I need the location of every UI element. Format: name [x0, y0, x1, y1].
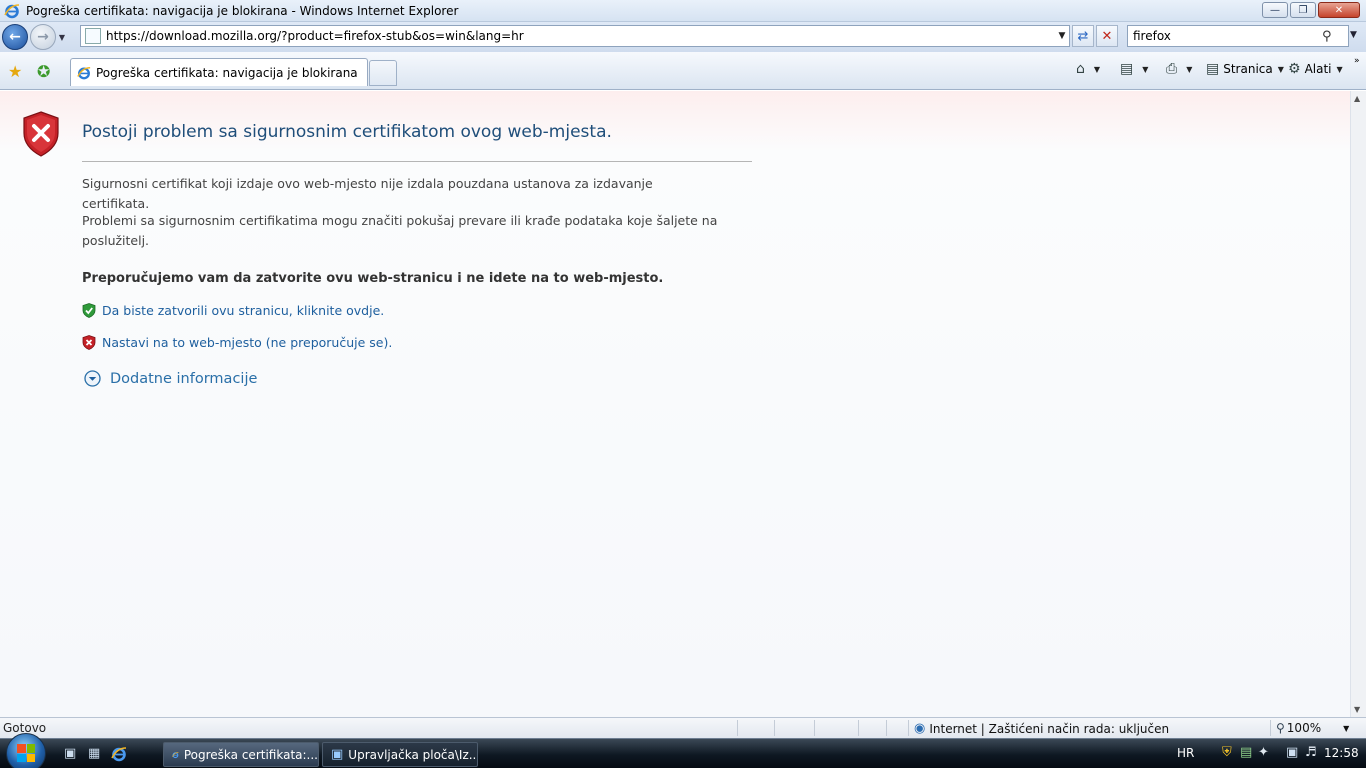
printer-icon: ⎙: [1166, 61, 1178, 77]
search-box[interactable]: ⚲: [1127, 25, 1349, 47]
chevron-down-circle-icon: [84, 370, 101, 387]
clock[interactable]: 12:58: [1324, 746, 1359, 760]
minimize-icon[interactable]: —: [1262, 2, 1288, 18]
scroll-down-icon[interactable]: ▼: [1354, 705, 1360, 714]
window-title: Pogreška certifikata: navigacija je blok…: [26, 3, 459, 18]
rss-feed-icon: ▤: [1120, 61, 1134, 77]
chevron-right-icon[interactable]: »: [1354, 56, 1360, 66]
print-button[interactable]: ⎙ ▼: [1166, 61, 1192, 77]
internet-explorer-icon: [4, 3, 20, 18]
close-page-link[interactable]: Da biste zatvorili ovu stranicu, kliknit…: [102, 303, 384, 318]
page-icon: [85, 28, 101, 44]
address-dropdown-icon[interactable]: ▼: [1055, 31, 1069, 41]
continue-link[interactable]: Nastavi na to web-mjesto (ne preporučuje…: [102, 335, 392, 350]
home-icon: ⌂: [1076, 61, 1085, 77]
zoom-control[interactable]: ⚲ 100% ▼: [1276, 721, 1349, 735]
start-button[interactable]: [6, 733, 46, 768]
language-indicator[interactable]: HR: [1177, 746, 1194, 760]
divider: [82, 161, 752, 162]
tab-label: Pogreška certifikata: navigacija je blok…: [96, 65, 358, 80]
taskbar-item-control-panel[interactable]: ▣ Upravljačka ploča\Iz...: [322, 742, 478, 767]
control-panel-icon: ▣: [331, 746, 344, 762]
tools-menu-button[interactable]: ⚙ Alati ▼: [1288, 61, 1343, 77]
taskbar-item-ie[interactable]: Pogreška certifikata:...: [163, 742, 319, 767]
title-bar: Pogreška certifikata: navigacija je blok…: [0, 0, 1366, 22]
chevron-down-icon[interactable]: ▼: [1186, 65, 1192, 74]
back-button[interactable]: ←: [2, 24, 28, 50]
page-menu-label: Stranica: [1223, 62, 1273, 76]
scroll-up-icon[interactable]: ▲: [1354, 94, 1360, 103]
show-desktop-icon[interactable]: ▣: [64, 746, 80, 762]
tab-bar: ★ ✪ Pogreška certifikata: navigacija je …: [0, 52, 1366, 90]
page-content: Postoji problem sa sigurnosnim certifika…: [0, 91, 1350, 717]
search-icon[interactable]: ⚲: [1322, 29, 1332, 44]
status-separator: [858, 720, 859, 736]
status-separator: [774, 720, 775, 736]
forward-button[interactable]: →: [30, 24, 56, 50]
tools-menu-label: Alati: [1304, 62, 1332, 76]
chevron-down-icon: ▼: [1277, 64, 1284, 74]
navigation-bar: ← → ▼ https://download.mozilla.org/?prod…: [0, 22, 1366, 52]
status-separator: [908, 720, 909, 736]
page-title: Postoji problem sa sigurnosnim certifika…: [82, 122, 612, 142]
address-bar[interactable]: https://download.mozilla.org/?product=fi…: [80, 25, 1070, 47]
more-info-label: Dodatne informacije: [110, 370, 258, 387]
shield-error-icon: [82, 335, 96, 350]
chevron-down-icon[interactable]: ▼: [1094, 65, 1100, 74]
feeds-button[interactable]: ▤ ▼: [1120, 61, 1148, 77]
shield-error-icon: [23, 111, 59, 157]
search-dropdown-icon[interactable]: ▼: [1350, 30, 1357, 40]
more-info-toggle[interactable]: Dodatne informacije: [84, 370, 257, 387]
continue-row: Nastavi na to web-mjesto (ne preporučuje…: [82, 335, 392, 350]
taskbar-item-label: Upravljačka ploča\Iz...: [348, 747, 478, 762]
windows-logo-icon: [17, 744, 35, 762]
stop-button[interactable]: ✕: [1096, 25, 1118, 47]
status-bar: Gotovo ◉ Internet | Zaštićeni način rada…: [0, 717, 1366, 738]
shield-check-icon: [82, 303, 96, 318]
volume-icon[interactable]: ♬: [1305, 745, 1317, 760]
home-button[interactable]: ⌂ ▼: [1076, 61, 1100, 77]
gear-icon: ⚙: [1288, 61, 1301, 77]
internet-explorer-icon: [77, 66, 91, 79]
tools-tray-icon[interactable]: ✦: [1258, 745, 1269, 760]
security-zone[interactable]: ◉ Internet | Zaštićeni način rada: uklju…: [914, 721, 1169, 736]
tab-current[interactable]: Pogreška certifikata: navigacija je blok…: [70, 58, 368, 86]
add-favorites-icon[interactable]: ✪: [37, 62, 50, 81]
vertical-scrollbar[interactable]: ▲ ▼: [1350, 91, 1366, 717]
zoom-level: 100%: [1286, 721, 1322, 735]
page-icon: ▤: [1206, 61, 1220, 77]
globe-icon: ◉: [914, 721, 926, 736]
recommendation-text: Preporučujemo vam da zatvorite ovu web-s…: [82, 271, 664, 286]
restore-icon[interactable]: ❐: [1290, 2, 1316, 18]
refresh-button[interactable]: ⇄: [1072, 25, 1094, 47]
status-separator: [1270, 720, 1271, 736]
status-separator: [886, 720, 887, 736]
search-input[interactable]: [1128, 29, 1318, 43]
page-menu-button[interactable]: ▤ Stranica ▼: [1206, 61, 1284, 77]
address-url[interactable]: https://download.mozilla.org/?product=fi…: [106, 29, 1055, 43]
chevron-down-icon[interactable]: ▼: [1142, 65, 1148, 74]
chevron-down-icon[interactable]: ▼: [1343, 724, 1349, 733]
close-icon[interactable]: ✕: [1318, 2, 1360, 18]
zoom-icon: ⚲: [1276, 721, 1285, 735]
security-shield-icon[interactable]: ⛨: [1222, 745, 1232, 760]
status-separator: [814, 720, 815, 736]
new-tab-button[interactable]: [369, 60, 397, 86]
internet-explorer-icon: [172, 751, 179, 758]
certificate-description: Sigurnosni certifikat koji izdaje ovo we…: [82, 176, 653, 211]
certificate-warning: Problemi sa sigurnosnim certifikatima mo…: [82, 213, 718, 248]
taskbar-item-label: Pogreška certifikata:...: [183, 747, 318, 762]
favorites-star-icon[interactable]: ★: [8, 62, 22, 81]
network-monitor-icon[interactable]: ▣: [1286, 745, 1298, 760]
chevron-down-icon: ▼: [1336, 64, 1343, 74]
history-dropdown-icon[interactable]: ▼: [56, 33, 68, 42]
switch-windows-icon[interactable]: ▦: [88, 746, 104, 762]
zone-label: Internet | Zaštićeni način rada: uključe…: [929, 721, 1170, 736]
taskbar: ▣ ▦ Pogreška certifikata:... ▣ Upravljač…: [0, 733, 1366, 768]
internet-explorer-icon[interactable]: [111, 746, 127, 762]
network-icon[interactable]: ▤: [1240, 745, 1252, 760]
status-separator: [737, 720, 738, 736]
close-page-row: Da biste zatvorili ovu stranicu, kliknit…: [82, 303, 384, 318]
